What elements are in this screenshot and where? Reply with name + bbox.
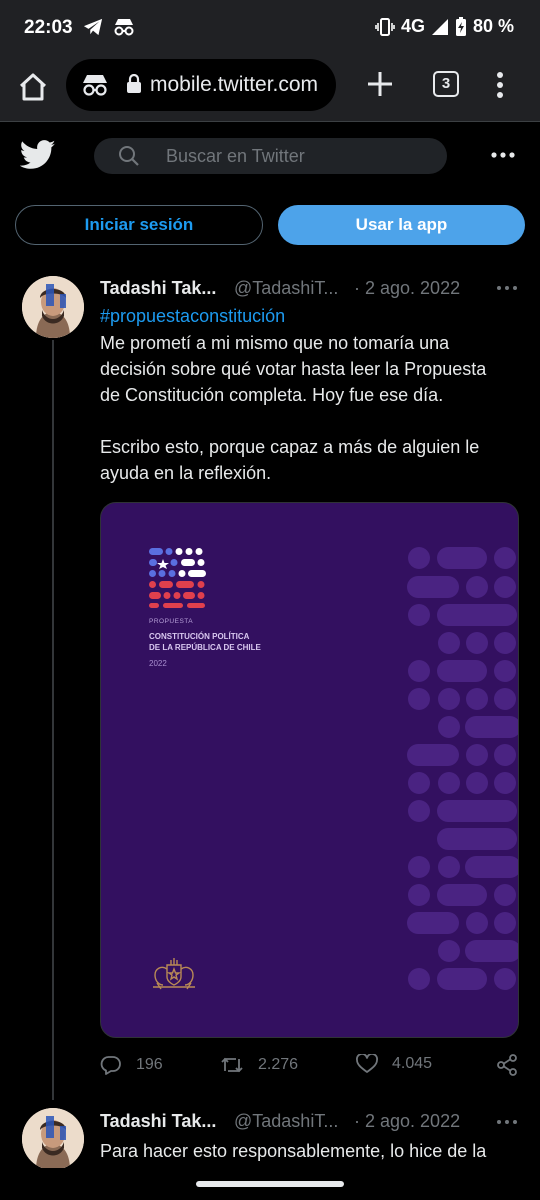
twitter-logo-icon[interactable] <box>20 140 56 170</box>
tweet-hashtag[interactable]: #propuestaconstitución <box>100 306 285 327</box>
use-app-button[interactable]: Usar la app <box>278 205 525 245</box>
tweet-author-handle[interactable]: @TadashiT... <box>234 278 338 299</box>
more-options-icon[interactable] <box>490 148 516 162</box>
reply-icon <box>100 1056 121 1075</box>
tabs-button[interactable]: 3 <box>433 71 459 97</box>
like-action[interactable]: 4.045 <box>356 1054 432 1074</box>
battery-percent: 80 % <box>472 16 514 36</box>
tweet-date[interactable]: · 2 ago. 2022 <box>354 1111 460 1132</box>
retweet-icon <box>221 1057 243 1073</box>
status-bar: 22:03 4G 80 % <box>0 0 540 56</box>
search-icon <box>119 146 139 166</box>
constitution-flag-logo <box>149 548 206 608</box>
menu-icon[interactable] <box>490 70 510 100</box>
tweet-more-icon[interactable] <box>496 1119 518 1125</box>
search-placeholder: Buscar en Twitter <box>166 146 305 166</box>
address-bar[interactable]: mobile.twitter.com <box>66 59 336 111</box>
login-button[interactable]: Iniciar sesión <box>15 205 263 245</box>
gesture-handle[interactable] <box>196 1181 344 1187</box>
battery-charging-icon <box>455 16 466 36</box>
tweet-text-paragraph-2: Escribo esto, porque capaz a más de algu… <box>100 434 520 486</box>
cover-title-line: CONSTITUCIÓN POLÍTICA <box>149 632 250 641</box>
network-type: 4G <box>400 16 425 36</box>
tweet-actions: 196 2.276 4.045 <box>100 1052 520 1082</box>
chile-coat-of-arms-icon <box>153 958 195 990</box>
lock-icon <box>127 74 141 93</box>
signal-icon <box>431 18 448 35</box>
vibrate-icon <box>375 17 395 36</box>
tweet-text-line: Escribo esto, porque capaz a más de algu… <box>100 437 480 457</box>
avatar[interactable] <box>22 1108 84 1170</box>
tweet-text-line: Me prometí a mi mismo que no tomaría una <box>100 333 450 353</box>
decorative-pattern <box>407 547 518 990</box>
tweet-author-name[interactable]: Tadashi Tak... <box>100 1111 216 1132</box>
reply-count: 196 <box>136 1056 163 1073</box>
avatar[interactable] <box>22 276 84 338</box>
cover-label: PROPUESTA <box>149 618 194 625</box>
cover-title: CONSTITUCIÓN POLÍTICA DE LA REPÚBLICA DE… <box>149 631 261 653</box>
incognito-icon <box>114 19 134 36</box>
incognito-icon <box>83 75 107 96</box>
tweet-text: Para hacer esto responsablemente, lo hic… <box>100 1138 520 1164</box>
tweet-text: Me prometí a mi mismo que no tomaría una… <box>100 330 520 408</box>
tweet-author-handle[interactable]: @TadashiT... <box>234 1111 338 1132</box>
url-text: mobile.twitter.com <box>150 73 319 96</box>
tweet-more-icon[interactable] <box>496 285 518 291</box>
cover-title-line: DE LA REPÚBLICA DE CHILE <box>149 643 261 652</box>
tweet-text-line: ayuda en la reflexión. <box>100 463 272 483</box>
status-time: 22:03 <box>24 17 73 38</box>
share-icon <box>497 1054 517 1076</box>
tweet-text-line: de Constitución completa. Hoy fue ese dí… <box>100 385 444 405</box>
like-count: 4.045 <box>392 1055 433 1072</box>
tweet-text-line: Para hacer esto responsablemente, lo hic… <box>100 1141 487 1161</box>
retweet-action[interactable]: 2.276 <box>220 1054 298 1076</box>
cover-year: 2022 <box>149 659 167 668</box>
tweet-author-name[interactable]: Tadashi Tak... <box>100 278 216 299</box>
tweet-date[interactable]: · 2 ago. 2022 <box>354 278 460 299</box>
browser-toolbar: mobile.twitter.com 3 <box>0 56 540 122</box>
home-icon[interactable] <box>16 70 50 104</box>
new-tab-icon[interactable] <box>364 68 396 100</box>
tweet-media-image[interactable]: PROPUESTA CONSTITUCIÓN POLÍTICA DE LA RE… <box>100 502 519 1038</box>
retweet-count: 2.276 <box>258 1056 299 1073</box>
heart-icon <box>356 1054 378 1073</box>
telegram-icon <box>83 18 103 36</box>
reply-action[interactable]: 196 <box>100 1054 163 1076</box>
share-action[interactable] <box>496 1054 518 1076</box>
search-input[interactable]: Buscar en Twitter <box>94 138 447 174</box>
thread-line <box>52 340 54 1100</box>
tweet-text-line: decisión sobre qué votar hasta leer la P… <box>100 359 487 379</box>
